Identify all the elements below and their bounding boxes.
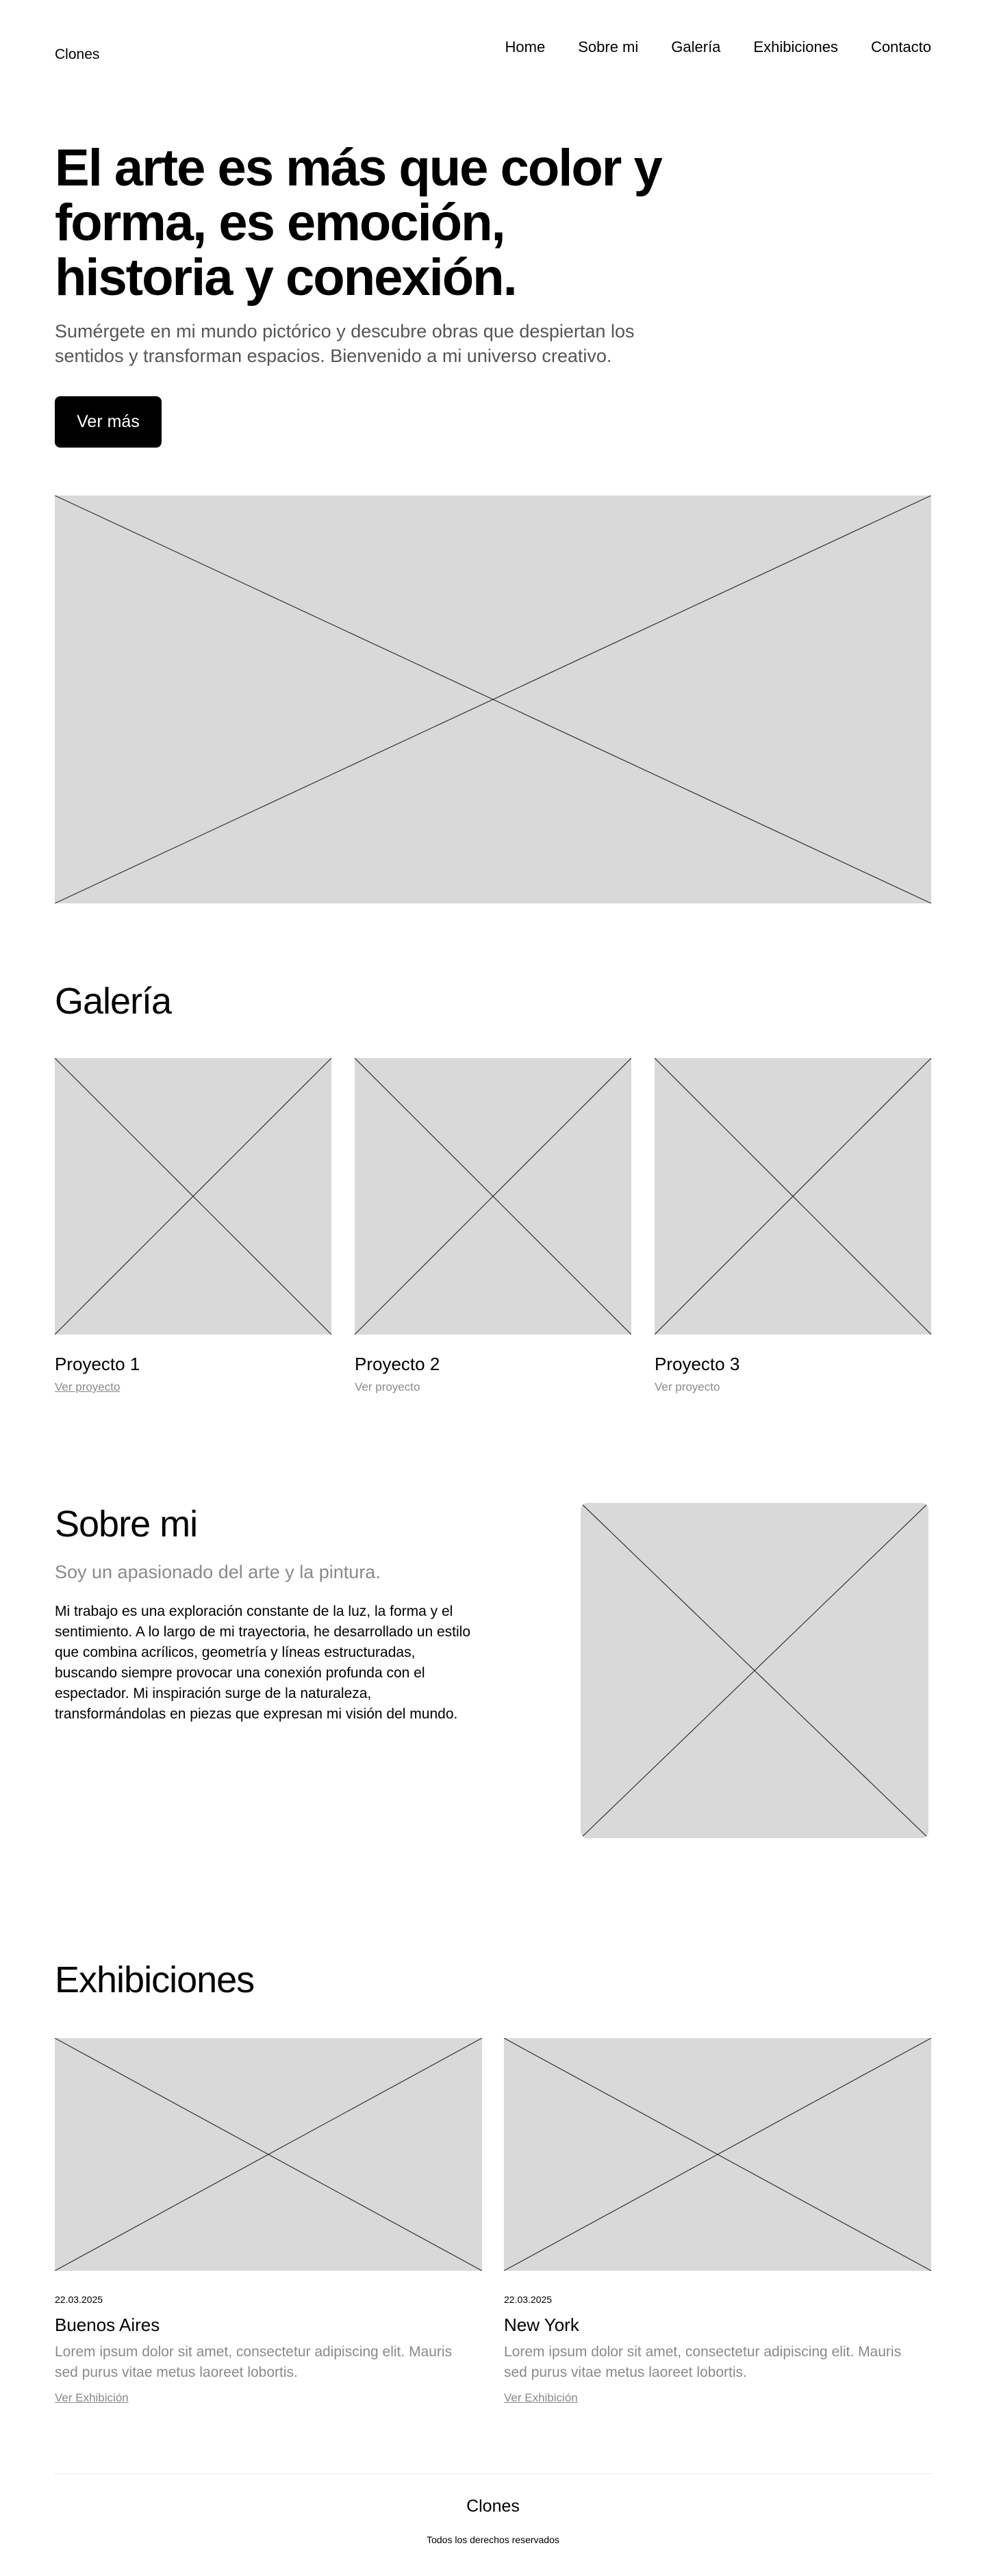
about-subtitle: Soy un apasionado del arte y la pintura. xyxy=(55,1562,381,1582)
footer-divider xyxy=(55,2473,931,2474)
ver-mas-button[interactable]: Ver más xyxy=(55,396,162,448)
nav-sobre-mi[interactable]: Sobre mi xyxy=(578,38,638,56)
exhibition-city: New York xyxy=(504,2315,579,2335)
placeholder-cross-icon xyxy=(355,1058,631,1335)
gallery-item-title: Proyecto 2 xyxy=(355,1354,440,1374)
gallery-image-3[interactable] xyxy=(655,1058,931,1335)
hero-title: El arte es más que color y forma, es emo… xyxy=(55,139,663,307)
nav-exhibiciones[interactable]: Exhibiciones xyxy=(753,38,838,56)
page: Clones Home Sobre mi Galería Exhibicione… xyxy=(0,0,986,2576)
exhibition-city: Buenos Aires xyxy=(55,2315,160,2335)
hero-image-placeholder xyxy=(55,495,931,903)
exhibition-description: Lorem ipsum dolor sit amet, consectetur … xyxy=(55,2344,453,2380)
placeholder-cross-icon xyxy=(55,495,931,903)
placeholder-cross-icon xyxy=(655,1058,931,1335)
exhibition-date: 22.03.2025 xyxy=(55,2294,103,2305)
gallery-item-link[interactable]: Ver proyecto xyxy=(355,1380,420,1394)
exhibition-description: Lorem ipsum dolor sit amet, consectetur … xyxy=(504,2344,902,2380)
gallery-item-link[interactable]: Ver proyecto xyxy=(655,1380,720,1394)
placeholder-cross-icon xyxy=(504,2038,931,2271)
exhibition-date: 22.03.2025 xyxy=(504,2294,553,2305)
nav-galeria[interactable]: Galería xyxy=(671,38,720,56)
gallery-image-2[interactable] xyxy=(355,1058,631,1335)
about-body: Mi trabajo es una exploración constante … xyxy=(55,1603,471,1722)
exhibition-link[interactable]: Ver Exhibición xyxy=(504,2391,578,2405)
site-header: Clones Home Sobre mi Galería Exhibicione… xyxy=(55,0,931,96)
footer-copyright: Todos los derechos reservados xyxy=(427,2534,559,2545)
gallery-title: Galería xyxy=(55,981,172,1022)
gallery-item-title: Proyecto 3 xyxy=(655,1354,740,1374)
brand-logo[interactable]: Clones xyxy=(55,47,99,63)
about-image-placeholder xyxy=(581,1503,928,1838)
gallery-item-title: Proyecto 1 xyxy=(55,1354,140,1374)
exhibition-link[interactable]: Ver Exhibición xyxy=(55,2391,129,2405)
exhibition-image-1[interactable] xyxy=(55,2038,482,2271)
main-nav: Home Sobre mi Galería Exhibiciones Conta… xyxy=(505,38,931,56)
gallery-item-link[interactable]: Ver proyecto xyxy=(55,1380,120,1394)
gallery-image-1[interactable] xyxy=(55,1058,331,1335)
nav-home[interactable]: Home xyxy=(505,38,546,56)
placeholder-cross-icon xyxy=(55,2038,482,2271)
nav-contacto[interactable]: Contacto xyxy=(871,38,931,56)
placeholder-cross-icon xyxy=(55,1058,331,1335)
exhibition-image-2[interactable] xyxy=(504,2038,931,2271)
about-title: Sobre mi xyxy=(55,1504,198,1545)
hero-subtitle: Sumérgete en mi mundo pictórico y descub… xyxy=(55,321,635,366)
placeholder-cross-icon xyxy=(581,1503,928,1838)
footer-brand[interactable]: Clones xyxy=(0,2497,986,2516)
exhibitions-title: Exhibiciones xyxy=(55,1959,255,2000)
